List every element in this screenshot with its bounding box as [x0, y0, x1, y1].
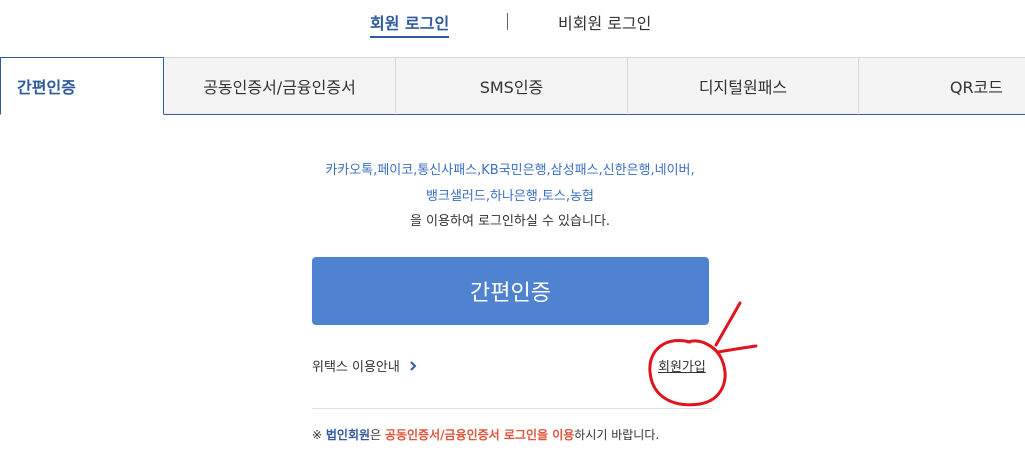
check-mark-stroke-1	[714, 301, 742, 347]
tab-sms[interactable]: SMS인증	[396, 57, 628, 115]
tab-certificate[interactable]: 공동인증서/금융인증서	[164, 57, 396, 115]
notice-prefix: ※	[312, 428, 326, 442]
tab-guest-login[interactable]: 비회원 로그인	[558, 10, 651, 34]
provider-list-line1: 카카오톡,페이코,통신사패스,KB국민은행,삼성패스,신한은행,네이버,	[325, 163, 695, 178]
tab-simple-auth[interactable]: 간편인증	[0, 57, 164, 115]
signup-link[interactable]: 회원가입	[658, 356, 706, 375]
notice-certificate-login: 공동인증서/금융인증서 로그인을 이용	[384, 428, 575, 442]
simple-auth-button[interactable]: 간편인증	[312, 257, 709, 325]
corporate-notice: ※ 법인회원은 공동인증서/금융인증서 로그인을 이용하시기 바랍니다.	[312, 426, 659, 443]
tab-separator	[507, 13, 508, 30]
chevron-right-icon	[410, 360, 417, 371]
divider	[312, 408, 712, 409]
tab-qr-code[interactable]: QR코드	[859, 57, 1025, 115]
wetax-guide-label: 위택스 이용안내	[312, 360, 400, 375]
simple-auth-description: 을 이용하여 로그인하실 수 있습니다.	[409, 214, 611, 229]
provider-list: 카카오톡,페이코,통신사패스,KB국민은행,삼성패스,신한은행,네이버, 뱅크샐…	[300, 158, 720, 210]
login-type-tabs: 회원 로그인 비회원 로그인	[0, 0, 1025, 48]
tab-member-login[interactable]: 회원 로그인	[370, 10, 450, 38]
tab-digital-onepass[interactable]: 디지털원패스	[628, 57, 859, 115]
notice-mid: 은	[370, 428, 385, 442]
notice-corporate-member: 법인회원	[325, 428, 371, 442]
provider-list-line2: 뱅크샐러드,하나은행,토스,농협	[426, 189, 594, 204]
wetax-guide-link[interactable]: 위택스 이용안내	[312, 356, 418, 375]
notice-suffix: 하시기 바랍니다.	[574, 428, 660, 442]
check-mark-stroke-2	[716, 344, 758, 354]
auth-method-tabs: 간편인증 공동인증서/금융인증서 SMS인증 디지털원패스 QR코드	[0, 57, 1025, 117]
